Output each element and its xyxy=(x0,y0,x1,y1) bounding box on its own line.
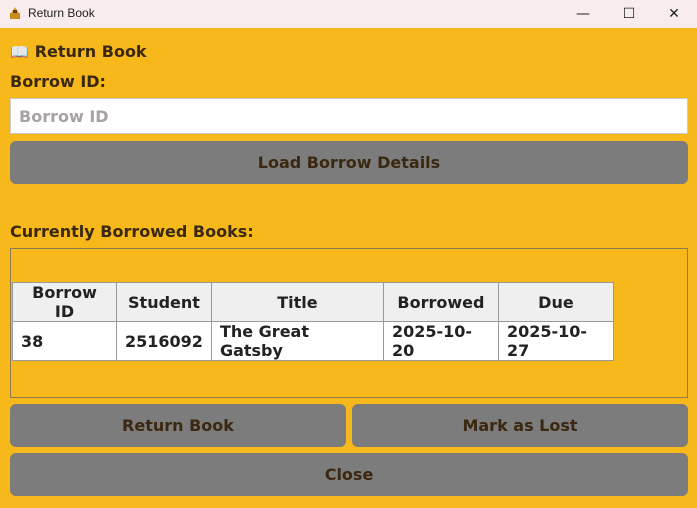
return-book-button[interactable]: Return Book xyxy=(10,404,346,447)
window-titlebar: Return Book — ☐ ✕ xyxy=(0,0,697,28)
mark-as-lost-button[interactable]: Mark as Lost xyxy=(352,404,688,447)
minimize-icon: — xyxy=(576,6,590,22)
cell-borrow-id: 38 xyxy=(12,321,117,361)
close-button[interactable]: Close xyxy=(10,453,688,496)
cell-due: 2025-10-27 xyxy=(497,321,614,361)
maximize-icon: ☐ xyxy=(622,6,636,22)
column-header-student[interactable]: Student xyxy=(116,282,212,322)
column-header-due[interactable]: Due xyxy=(497,282,614,322)
column-header-borrow-id[interactable]: Borrow ID xyxy=(12,282,117,322)
table-row[interactable]: 38 2516092 The Great Gatsby 2025-10-20 2… xyxy=(12,321,614,361)
cell-student: 2516092 xyxy=(116,321,212,361)
borrowed-books-table: Borrow ID Student Title Borrowed Due 38 … xyxy=(12,282,614,361)
maximize-button[interactable]: ☐ xyxy=(606,0,652,28)
open-book-icon: 📖 xyxy=(10,42,29,61)
borrow-id-input[interactable] xyxy=(10,98,688,134)
cell-borrowed: 2025-10-20 xyxy=(382,321,499,361)
column-header-title[interactable]: Title xyxy=(210,282,384,322)
page-heading: 📖 Return Book xyxy=(10,42,147,61)
page-title: Return Book xyxy=(34,42,147,61)
close-icon: ✕ xyxy=(668,6,680,22)
currently-borrowed-label: Currently Borrowed Books: xyxy=(10,222,254,241)
table-header-row: Borrow ID Student Title Borrowed Due xyxy=(12,282,614,322)
borrow-id-label: Borrow ID: xyxy=(10,72,106,91)
column-header-borrowed[interactable]: Borrowed xyxy=(382,282,499,322)
close-window-button[interactable]: ✕ xyxy=(651,0,697,28)
minimize-button[interactable]: — xyxy=(560,0,606,28)
cell-title: The Great Gatsby xyxy=(210,321,384,361)
borrowed-books-table-frame: Borrow ID Student Title Borrowed Due 38 … xyxy=(10,248,688,398)
app-icon xyxy=(10,7,20,19)
window-title: Return Book xyxy=(28,6,95,20)
load-borrow-details-button[interactable]: Load Borrow Details xyxy=(10,141,688,184)
